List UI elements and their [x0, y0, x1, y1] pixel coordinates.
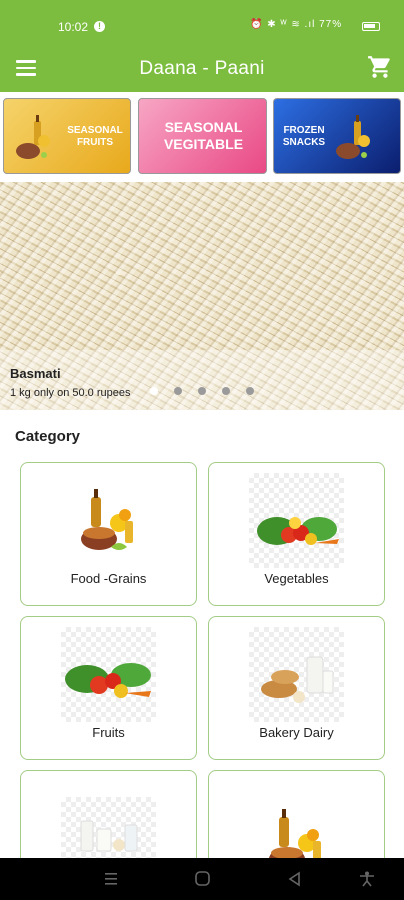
category-card-food-grains[interactable]: Food -Grains: [20, 462, 197, 606]
battery-icon: [362, 22, 380, 31]
hero-carousel[interactable]: Basmati 1 kg only on 50.0 rupees: [0, 182, 404, 410]
app-bar: Daana - Paani: [0, 48, 404, 92]
system-status-icons: ⏰ ✱ ᵂ ≋ .ıl 77%: [250, 19, 343, 30]
carousel-dot[interactable]: [150, 387, 158, 395]
grocery-icon: [16, 115, 50, 159]
home-icon[interactable]: [194, 871, 212, 887]
recents-icon[interactable]: [102, 871, 120, 887]
category-label: Food -Grains: [70, 571, 147, 586]
app-title: Daana - Paani: [139, 58, 265, 79]
banner-seasonal-fruits[interactable]: SEASONAL FRUITS: [3, 98, 131, 174]
category-card-vegetables[interactable]: Vegetables: [208, 462, 385, 606]
carousel-dot[interactable]: [174, 387, 182, 395]
cart-icon[interactable]: [367, 54, 393, 80]
banner-frozen-snacks[interactable]: FROZEN SNACKS: [273, 98, 401, 174]
bakery-dairy-image: [249, 627, 344, 722]
notification-icon: !: [94, 21, 105, 32]
system-nav-bar: [0, 858, 404, 900]
status-bar: 10:02 ! ⏰ ✱ ᵂ ≋ .ıl 77%: [0, 0, 404, 48]
category-card-bakery-dairy[interactable]: Bakery Dairy: [208, 616, 385, 760]
category-card-fruits[interactable]: Fruits: [20, 616, 197, 760]
category-label: Fruits: [92, 725, 125, 740]
carousel-dot[interactable]: [246, 387, 254, 395]
banner-label: SEASONAL FRUITS: [67, 125, 123, 148]
carousel-dot[interactable]: [198, 387, 206, 395]
hero-caption-overlay: [0, 350, 404, 410]
vegetables-image: [249, 473, 344, 568]
status-time: 10:02: [58, 20, 89, 34]
fruits-image: [61, 627, 156, 722]
accessibility-icon[interactable]: [358, 871, 376, 887]
banner-label: SEASONAL VEGITABLE: [163, 119, 244, 152]
hero-title: Basmati: [10, 366, 61, 381]
category-label: Vegetables: [264, 571, 329, 586]
category-heading: Category: [15, 428, 81, 445]
carousel-dot[interactable]: [222, 387, 230, 395]
hero-subtitle: 1 kg only on 50.0 rupees: [10, 387, 131, 399]
food-grains-image: [81, 489, 133, 550]
grocery-icon: [336, 115, 370, 159]
banner-label: FROZEN SNACKS: [282, 125, 326, 148]
banner-seasonal-vegitable[interactable]: SEASONAL VEGITABLE: [138, 98, 267, 174]
back-icon[interactable]: [286, 871, 304, 887]
category-label: Bakery Dairy: [259, 725, 334, 740]
dairy-image: [61, 797, 156, 867]
promo-banners: SEASONAL FRUITS SEASONAL VEGITABLE FROZE…: [0, 96, 404, 176]
carousel-indicator: [150, 382, 270, 400]
